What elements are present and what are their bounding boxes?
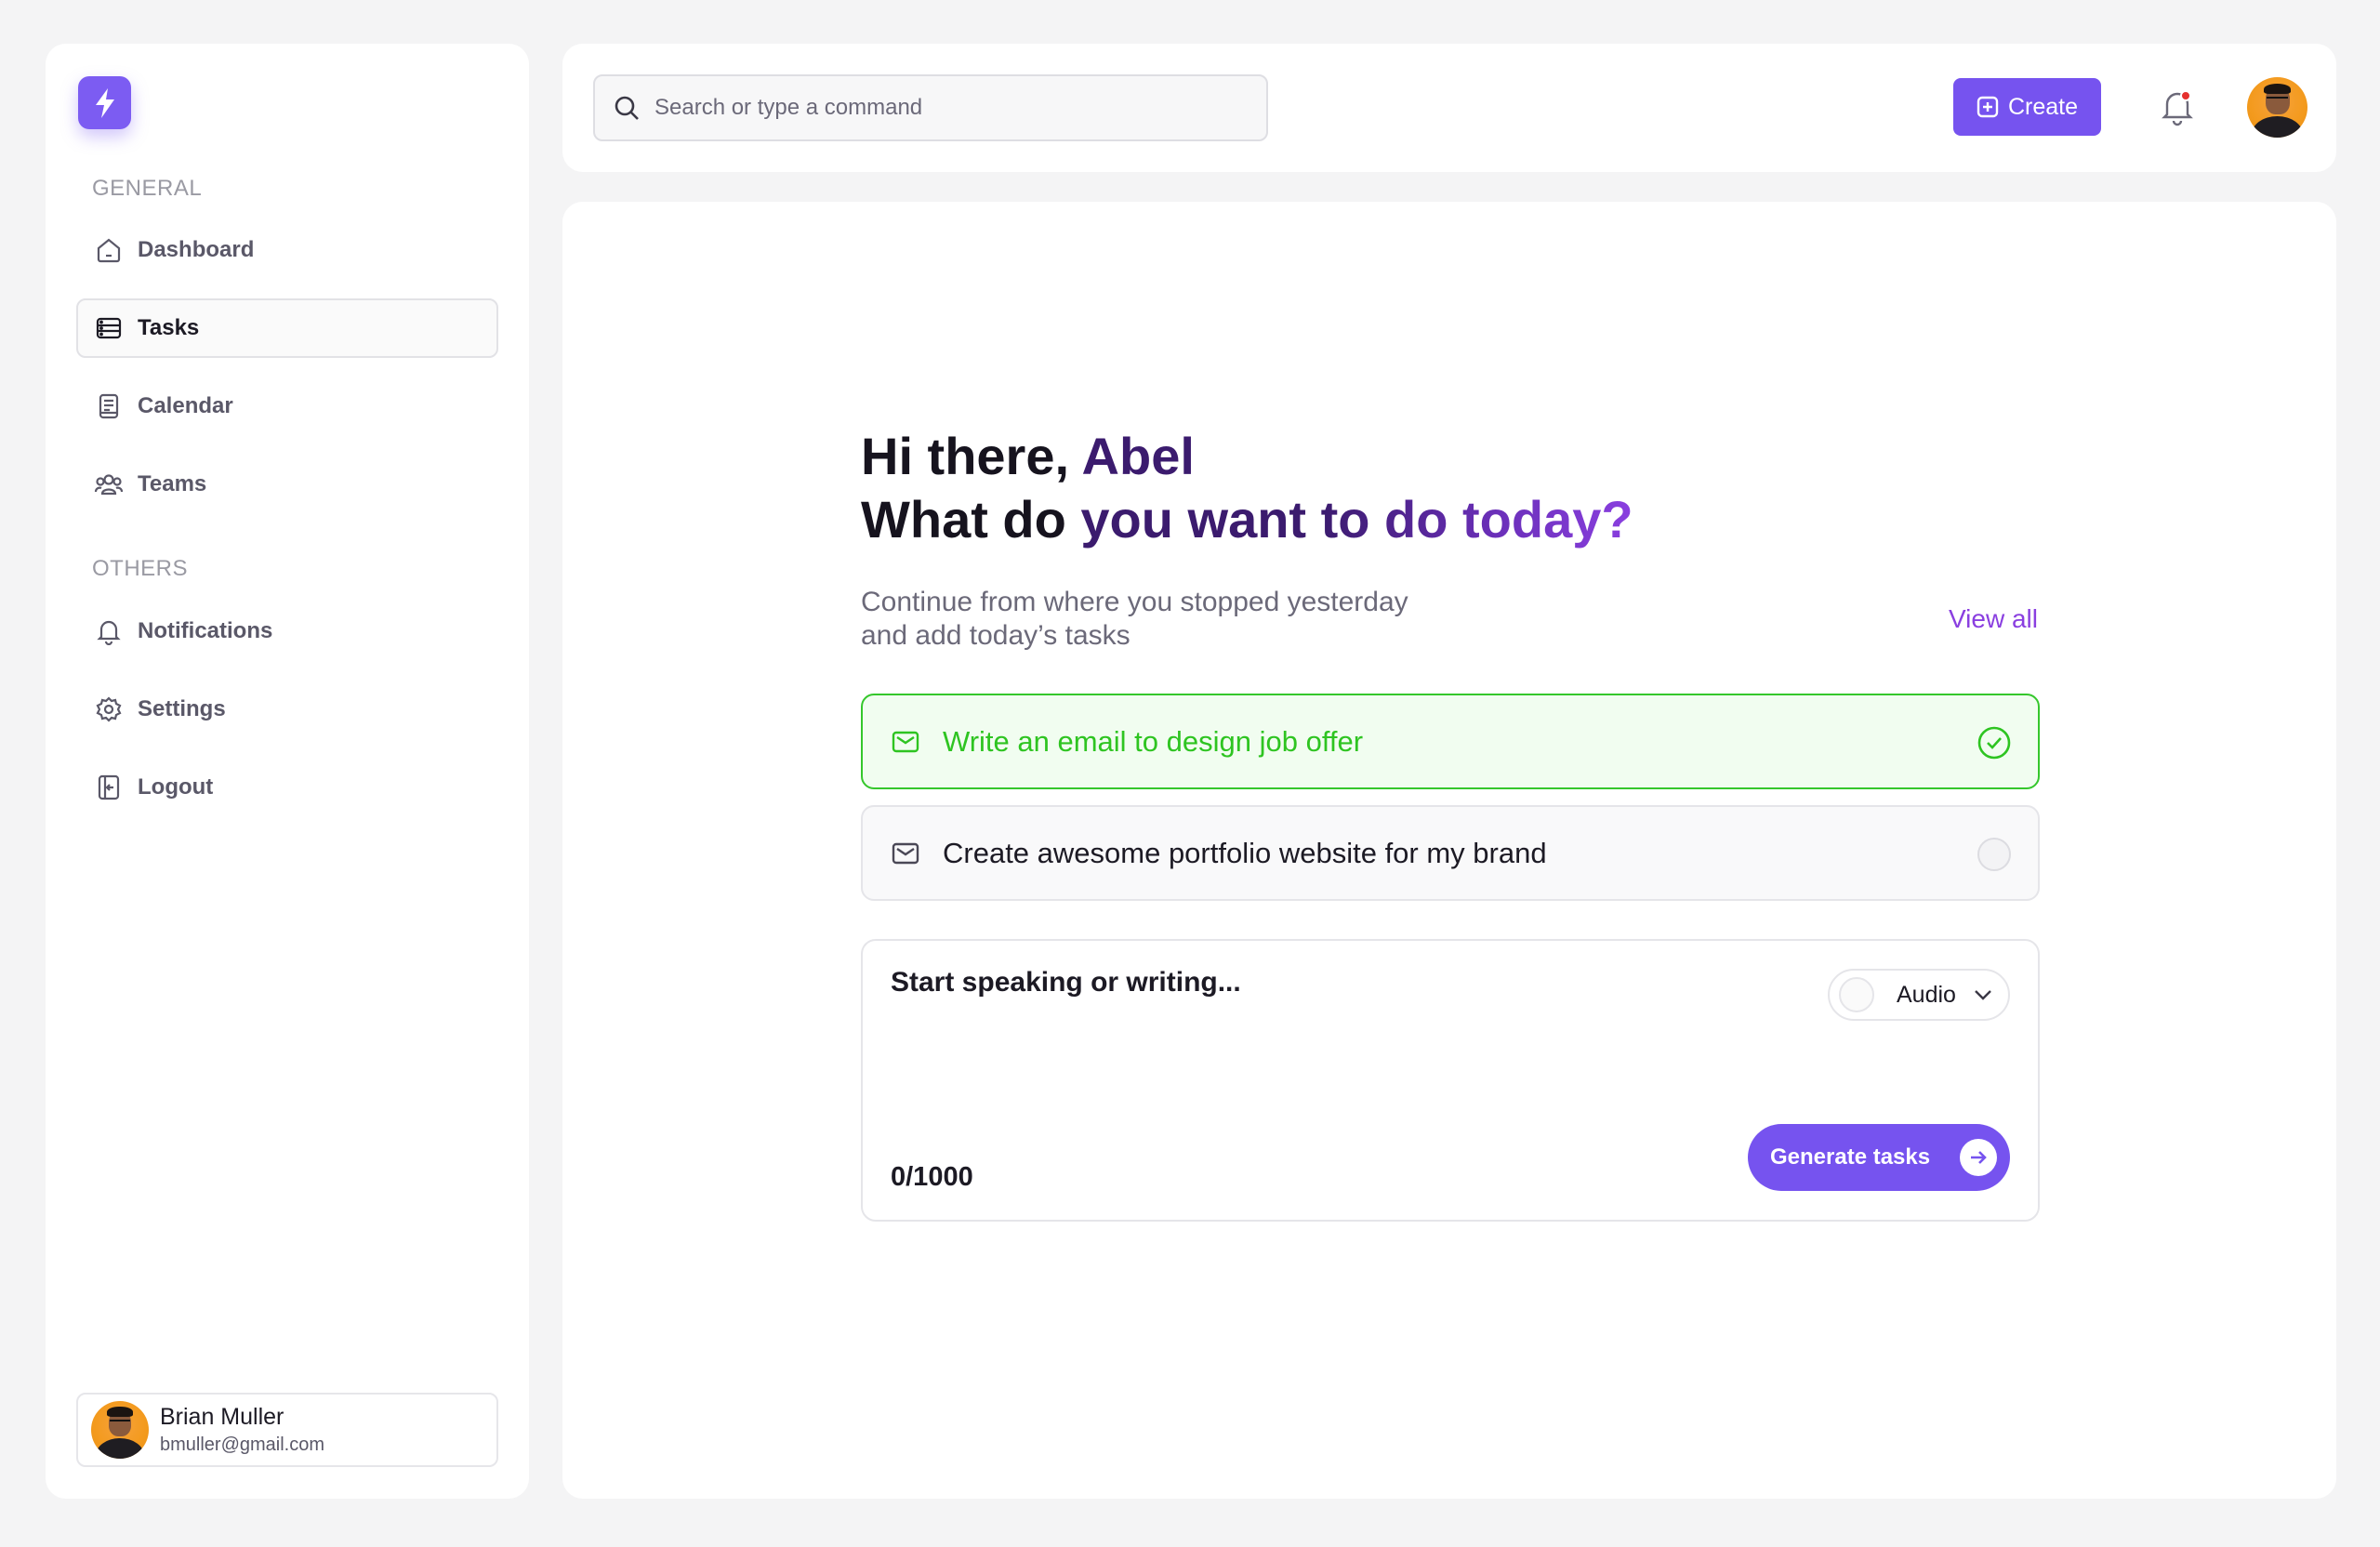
- sidebar-item-settings[interactable]: Settings: [76, 680, 498, 739]
- tasks-icon: [94, 313, 124, 343]
- question-part1: What do: [861, 490, 1081, 549]
- avatar: [91, 1401, 149, 1459]
- lightning-bolt-icon: [95, 87, 114, 118]
- profile-avatar[interactable]: [2247, 77, 2307, 138]
- composer-prompt[interactable]: Start speaking or writing...: [891, 967, 1241, 998]
- subtitle-line2: and add today’s tasks: [861, 620, 1130, 651]
- subtitle: Continue from where you stopped yesterda…: [861, 586, 1512, 653]
- sidebar-item-label: Tasks: [138, 315, 200, 340]
- audio-mode-select[interactable]: Audio: [1828, 969, 2010, 1021]
- question-part2: you want: [1080, 490, 1321, 549]
- mail-icon: [891, 727, 920, 757]
- hero-heading: Hi there, Abel What do you want to do to…: [861, 425, 1633, 551]
- chevron-down-icon: [1973, 988, 1993, 1001]
- question-part3: to do today?: [1320, 490, 1633, 549]
- user-profile-card[interactable]: Brian Muller bmuller@gmail.com: [76, 1393, 498, 1467]
- greeting-prefix: Hi there,: [861, 427, 1082, 485]
- audio-mode-label: Audio: [1897, 981, 1956, 1008]
- search-icon: [615, 96, 639, 120]
- task-item[interactable]: Create awesome portfolio website for my …: [861, 805, 2040, 901]
- gear-icon: [94, 694, 124, 724]
- sidebar: GENERAL Dashboard Tasks Calendar Teams O…: [46, 44, 529, 1499]
- section-title-general: GENERAL: [92, 176, 203, 201]
- sidebar-item-logout[interactable]: Logout: [76, 758, 498, 817]
- main-panel: Hi there, Abel What do you want to do to…: [562, 202, 2336, 1499]
- bell-icon: [2162, 90, 2193, 126]
- notifications-button[interactable]: [2154, 84, 2201, 130]
- view-all-link[interactable]: View all: [1949, 604, 2038, 634]
- user-name: Brian Muller: [160, 1404, 284, 1430]
- character-counter: 0/1000: [891, 1162, 973, 1192]
- generate-tasks-label: Generate tasks: [1770, 1144, 1931, 1170]
- subtitle-line1: Continue from where you stopped yesterda…: [861, 587, 1408, 617]
- sidebar-item-dashboard[interactable]: Dashboard: [76, 220, 498, 280]
- sidebar-item-notifications[interactable]: Notifications: [76, 602, 498, 661]
- mail-icon: [891, 839, 920, 868]
- task-item[interactable]: Write an email to design job offer: [861, 694, 2040, 789]
- task-text: Create awesome portfolio website for my …: [943, 836, 1547, 869]
- sidebar-item-tasks[interactable]: Tasks: [76, 298, 498, 358]
- task-composer[interactable]: Start speaking or writing... Audio 0/100…: [861, 939, 2040, 1222]
- check-circle-icon[interactable]: [1977, 725, 2012, 760]
- calendar-icon: [94, 391, 124, 421]
- teams-icon: [94, 469, 124, 499]
- sidebar-item-label: Logout: [138, 774, 214, 800]
- top-bar: Create: [562, 44, 2336, 172]
- sidebar-item-label: Dashboard: [138, 237, 255, 262]
- sidebar-item-label: Settings: [138, 696, 226, 721]
- arrow-right-icon: [1960, 1139, 1997, 1176]
- plus-square-icon: [1977, 96, 1999, 118]
- sidebar-item-label: Teams: [138, 471, 207, 496]
- task-text: Write an email to design job offer: [943, 724, 1364, 758]
- generate-tasks-button[interactable]: Generate tasks: [1748, 1124, 2010, 1191]
- create-button-label: Create: [2007, 93, 2079, 120]
- app-logo[interactable]: [78, 76, 131, 129]
- sidebar-item-label: Calendar: [138, 393, 233, 418]
- section-title-others: OTHERS: [92, 556, 189, 581]
- greeting-name: Abel: [1081, 427, 1195, 485]
- sidebar-item-label: Notifications: [138, 618, 273, 643]
- user-email: bmuller@gmail.com: [160, 1435, 325, 1455]
- search-bar[interactable]: [593, 74, 1268, 141]
- audio-radio: [1839, 977, 1874, 1012]
- sidebar-item-calendar[interactable]: Calendar: [76, 377, 498, 436]
- bell-icon: [94, 616, 124, 646]
- home-icon: [94, 235, 124, 265]
- logout-icon: [94, 773, 124, 802]
- sidebar-item-teams[interactable]: Teams: [76, 455, 498, 514]
- search-input[interactable]: [654, 95, 1250, 121]
- empty-circle-checkbox[interactable]: [1977, 837, 2012, 872]
- create-button[interactable]: Create: [1953, 78, 2101, 136]
